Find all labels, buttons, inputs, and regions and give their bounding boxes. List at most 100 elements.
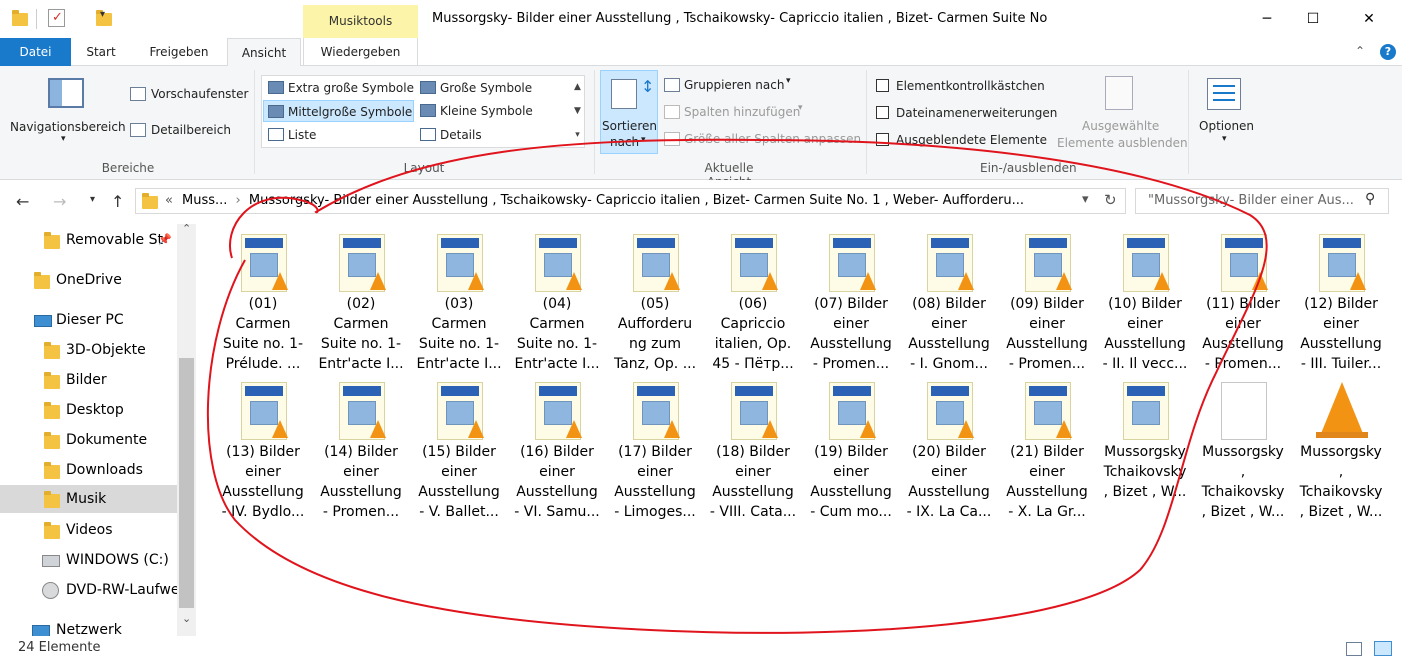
optionen-button[interactable]: Optionen <box>1199 119 1254 133</box>
recent-locations-icon[interactable]: ▾ <box>90 194 95 205</box>
file-name-line: (19) Bilder <box>814 444 888 460</box>
file-item[interactable]: (14) Bilder einer Ausstellung - Promen... <box>314 372 408 520</box>
dateinamen-checkbox[interactable] <box>876 106 889 119</box>
navigationsbereich-button[interactable]: Navigationsbereich <box>10 120 126 134</box>
search-icon[interactable]: ⚲ <box>1365 191 1375 207</box>
properties-icon[interactable]: ✓ <box>48 9 65 27</box>
details-view-icon[interactable] <box>1346 642 1362 656</box>
file-name: (14) Bilder einer Ausstellung - Promen... <box>314 442 408 522</box>
breadcrumb-separator-icon[interactable]: › <box>232 193 245 208</box>
options-icon[interactable] <box>1207 78 1241 110</box>
overflow-chevrons[interactable]: « <box>165 193 173 208</box>
file-item[interactable]: Mussorgsky Tchaikovsky , Bizet , W... <box>1098 372 1192 517</box>
ausgeblendete-checkbox[interactable] <box>876 133 889 146</box>
nav-item-musik[interactable]: Musik <box>0 485 177 513</box>
preview-pane-icon[interactable] <box>130 87 146 101</box>
file-item[interactable]: (20) Bilder einer Ausstellung - IX. La Ca..… <box>902 372 996 520</box>
file-item[interactable]: Mussorgsky, Tchaikovsky , Bizet , W... <box>1294 372 1388 520</box>
tab-wiedergeben[interactable]: Wiedergeben <box>303 38 418 66</box>
address-dropdown-icon[interactable]: ▾ <box>1082 192 1089 207</box>
scroll-down-icon[interactable]: ⌄ <box>182 612 191 625</box>
details-pane-icon[interactable] <box>130 123 146 137</box>
file-item[interactable]: (02) Carmen Suite no. 1- Entr'acte I... <box>314 224 408 372</box>
file-item[interactable]: (11) Bilder einer Ausstellung - Promen... <box>1196 224 1290 372</box>
layout-scroll-down-icon[interactable]: ▼ <box>571 100 584 122</box>
nav-item-dvd[interactable]: DVD-RW-Laufwe <box>0 576 177 604</box>
nav-scrollbar-thumb[interactable] <box>179 358 194 608</box>
layout-more-icon[interactable]: ▾ <box>571 124 584 146</box>
nav-item-onedrive[interactable]: OneDrive <box>0 266 177 294</box>
tab-datei[interactable]: Datei <box>0 38 71 66</box>
file-item[interactable]: (06) Capriccio italien, Op. 45 - Пётр... <box>706 224 800 372</box>
search-box[interactable]: "Mussorgsky- Bilder einer Aus... ⚲ <box>1135 188 1389 214</box>
layout-small-icons[interactable]: Kleine Symbole <box>416 100 533 122</box>
layout-large-icons[interactable]: Große Symbole <box>416 77 532 99</box>
file-item[interactable]: Mussorgsky, Tchaikovsky , Bizet , W... <box>1196 372 1290 520</box>
tab-freigeben[interactable]: Freigeben <box>138 38 220 66</box>
nav-item-videos[interactable]: Videos <box>0 516 177 544</box>
file-item[interactable]: (13) Bilder einer Ausstellung - IV. Bydlo..… <box>216 372 310 520</box>
minimize-button[interactable]: ─ <box>1244 0 1290 38</box>
file-item[interactable]: (07) Bilder einer Ausstellung - Promen... <box>804 224 898 372</box>
nav-item-netzwerk[interactable]: Netzwerk <box>0 616 177 636</box>
file-item[interactable]: (03) Carmen Suite no. 1- Entr'acte I... <box>412 224 506 372</box>
maximize-button[interactable]: ☐ <box>1290 0 1336 38</box>
large-icons-view-icon[interactable] <box>1374 641 1392 656</box>
group-by-icon[interactable] <box>664 78 680 92</box>
nav-item-removable[interactable]: Removable St 📌 <box>0 226 177 254</box>
file-item[interactable]: (04) Carmen Suite no. 1- Entr'acte I... <box>510 224 604 372</box>
nav-item-3d-objekte[interactable]: 3D-Objekte <box>0 336 177 364</box>
gruppieren-button[interactable]: Gruppieren nach <box>684 78 784 92</box>
vorschaufenster-button[interactable]: Vorschaufenster <box>151 87 248 101</box>
file-item[interactable]: (05) Aufforderu ng zum Tanz, Op. ... <box>608 224 702 372</box>
window-title: Mussorgsky- Bilder einer Ausstellung , T… <box>432 11 1048 26</box>
breadcrumb-current[interactable]: Mussorgsky- Bilder einer Ausstellung , T… <box>249 193 1024 208</box>
search-input[interactable]: "Mussorgsky- Bilder einer Aus... <box>1148 193 1354 208</box>
breadcrumb-muss[interactable]: Muss... <box>182 193 227 208</box>
layout-list[interactable]: Liste <box>264 124 316 146</box>
collapse-ribbon-icon[interactable]: ⌃ <box>1355 44 1365 58</box>
detailbereich-button[interactable]: Detailbereich <box>151 123 231 137</box>
file-item[interactable]: (09) Bilder einer Ausstellung - Promen... <box>1000 224 1094 372</box>
file-item[interactable]: (01) Carmen Suite no. 1- Prélude. ... <box>216 224 310 372</box>
file-item[interactable]: (18) Bilder einer Ausstellung - VIII. Cata.… <box>706 372 800 520</box>
qat-dropdown-icon[interactable]: ▾ <box>100 9 105 27</box>
file-item[interactable]: (12) Bilder einer Ausstellung - III. Tuiler… <box>1294 224 1388 372</box>
nav-item-windows-c[interactable]: WINDOWS (C:) <box>0 546 177 574</box>
pin-icon[interactable]: 📌 <box>158 226 172 254</box>
back-button[interactable]: ← <box>16 192 29 211</box>
sortieren-button[interactable]: ↕ Sortieren nach ▾ <box>600 70 658 154</box>
up-button[interactable]: ↑ <box>111 192 124 211</box>
nav-item-desktop[interactable]: Desktop <box>0 396 177 424</box>
optionen-dropdown-icon[interactable]: ▾ <box>1222 134 1227 144</box>
close-button[interactable]: ✕ <box>1346 0 1392 38</box>
nav-item-bilder[interactable]: Bilder <box>0 366 177 394</box>
address-bar[interactable]: « Muss... › Mussorgsky- Bilder einer Aus… <box>135 188 1126 214</box>
file-name-line: (14) Bilder <box>324 444 398 460</box>
navigationsbereich-dropdown-icon[interactable]: ▾ <box>61 134 66 144</box>
file-item[interactable]: (21) Bilder einer Ausstellung - X. La Gr... <box>1000 372 1094 520</box>
layout-scroll-up-icon[interactable]: ▲ <box>571 76 584 98</box>
layout-extra-large-icons[interactable]: Extra große Symbole <box>264 77 414 99</box>
file-item[interactable]: (10) Bilder einer Ausstellung - II. Il vecc… <box>1098 224 1192 372</box>
refresh-icon[interactable]: ↻ <box>1104 191 1117 209</box>
gruppieren-dropdown-icon[interactable]: ▾ <box>786 76 791 86</box>
nav-scrollbar[interactable]: ⌃ ⌄ <box>177 224 196 636</box>
file-item[interactable]: (17) Bilder einer Ausstellung - Limoges... <box>608 372 702 520</box>
file-item[interactable]: (08) Bilder einer Ausstellung - I. Gnom... <box>902 224 996 372</box>
file-item[interactable]: (16) Bilder einer Ausstellung - VI. Samu... <box>510 372 604 520</box>
nav-item-dieser-pc[interactable]: Dieser PC <box>0 306 177 334</box>
layout-details[interactable]: Details <box>416 124 482 146</box>
file-name-line: Mussorgsky <box>1300 444 1382 460</box>
file-item[interactable]: (19) Bilder einer Ausstellung - Cum mo... <box>804 372 898 520</box>
file-item[interactable]: (15) Bilder einer Ausstellung - V. Ballet..… <box>412 372 506 520</box>
elementkontroll-checkbox[interactable] <box>876 79 889 92</box>
layout-medium-icons[interactable]: Mittelgroße Symbole <box>263 100 414 122</box>
nav-item-downloads[interactable]: Downloads <box>0 456 177 484</box>
nav-item-dokumente[interactable]: Dokumente <box>0 426 177 454</box>
tab-ansicht[interactable]: Ansicht <box>227 38 301 67</box>
tab-start[interactable]: Start <box>78 38 124 66</box>
scroll-up-icon[interactable]: ⌃ <box>182 224 191 235</box>
navigation-pane-icon[interactable] <box>48 78 84 108</box>
help-icon[interactable]: ? <box>1380 44 1396 60</box>
